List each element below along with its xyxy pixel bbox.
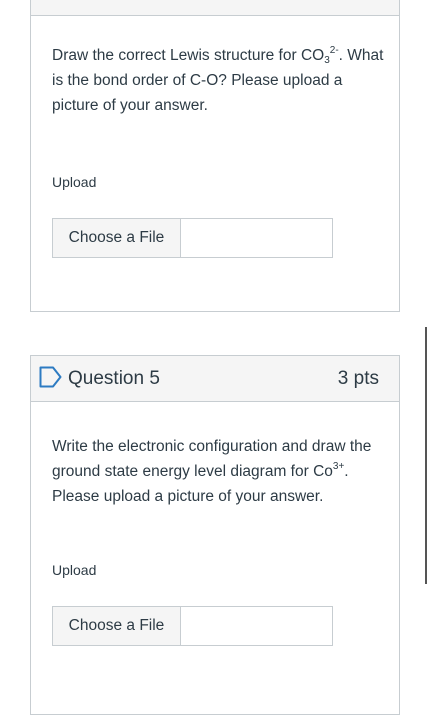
question-title: Question 5 — [68, 368, 160, 389]
question-5-text: Write the electronic configuration and d… — [52, 438, 372, 505]
file-upload-field[interactable]: Choose a File — [52, 606, 333, 646]
question-5-header: Question 5 3 pts — [31, 356, 399, 402]
file-upload-field[interactable]: Choose a File — [52, 218, 333, 258]
upload-label: Upload — [52, 562, 97, 578]
choose-file-button[interactable]: Choose a File — [53, 219, 181, 257]
question-4-text: Draw the correct Lewis structure for CO3… — [52, 45, 384, 115]
upload-label: Upload — [52, 174, 97, 190]
choose-file-button[interactable]: Choose a File — [53, 607, 181, 645]
question-points: 3 pts — [337, 368, 379, 389]
question-4-card: Draw the correct Lewis structure for CO3… — [30, 0, 400, 312]
question-5-card: Question 5 3 pts Write the electronic co… — [30, 355, 400, 715]
bookmark-flag-icon[interactable] — [39, 366, 63, 388]
question-4-header — [31, 0, 399, 16]
scrollbar[interactable] — [425, 327, 427, 584]
